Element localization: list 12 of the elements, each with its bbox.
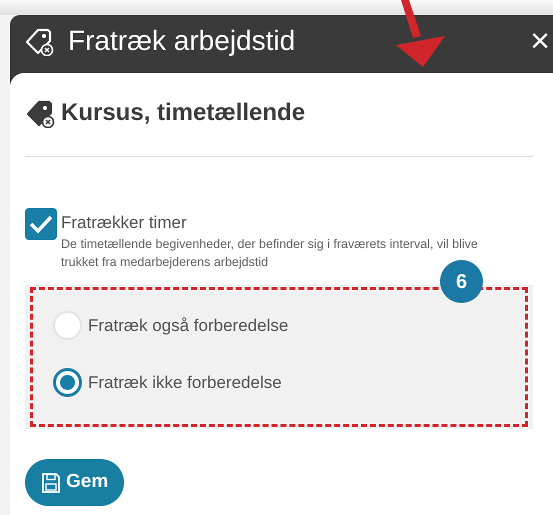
dialog-title: Fratræk arbejdstid <box>68 24 296 58</box>
radio-label: Fratræk ikke forberedelse <box>88 372 282 394</box>
close-button[interactable]: × <box>527 21 553 61</box>
save-button[interactable]: Gem <box>25 459 124 506</box>
tag-icon <box>24 26 54 56</box>
checkbox-label: Fratrækker timer <box>61 212 188 234</box>
radio-label: Fratræk også forberedelse <box>88 314 288 336</box>
radio-button[interactable] <box>53 368 82 397</box>
tag-icon <box>25 98 55 128</box>
checkmark-icon <box>29 214 53 234</box>
checkbox[interactable] <box>25 208 57 240</box>
section-heading: Kursus, timetællende <box>61 98 306 128</box>
